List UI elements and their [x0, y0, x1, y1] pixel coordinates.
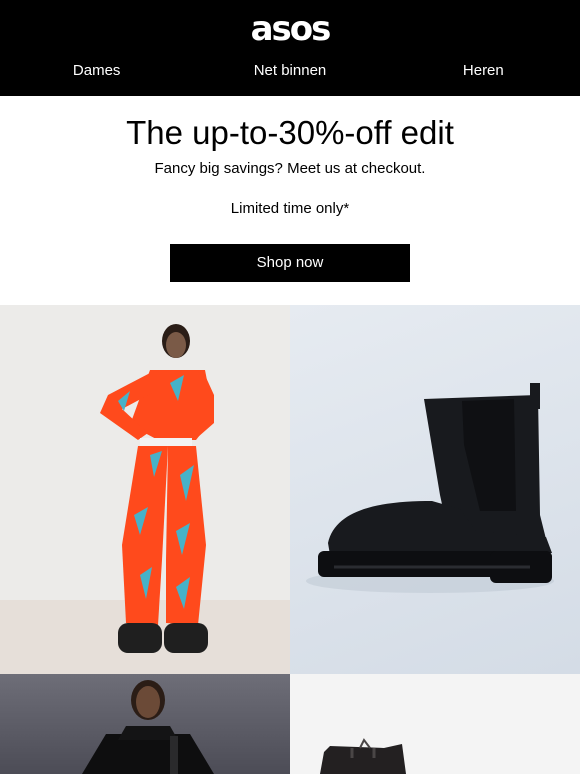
- leather-boot-illustration: [320, 738, 406, 774]
- hoodie-illustration: [82, 680, 214, 774]
- product-grid: [0, 305, 580, 774]
- product-image-chelsea-boot[interactable]: [290, 305, 580, 674]
- nav-heren[interactable]: Heren: [387, 60, 580, 82]
- nav-net-binnen[interactable]: Net binnen: [193, 60, 386, 82]
- chelsea-boot-illustration: [306, 383, 554, 593]
- promo-note: Limited time only*: [230, 200, 350, 217]
- top-nav: Dames Net binnen Heren: [0, 60, 580, 82]
- promo-hero: The up-to-30%-off edit Fancy big savings…: [0, 96, 580, 305]
- shop-now-button[interactable]: Shop now: [170, 244, 410, 282]
- ski-suit-illustration: [100, 324, 214, 653]
- promo-subtitle: Fancy big savings? Meet us at checkout.: [154, 160, 426, 177]
- product-image-leather-boot[interactable]: [290, 674, 580, 774]
- product-image-hoodie[interactable]: [0, 674, 290, 774]
- nav-dames[interactable]: Dames: [0, 60, 193, 82]
- asos-logo[interactable]: asos: [0, 9, 580, 49]
- email-header: asos Dames Net binnen Heren: [0, 0, 580, 96]
- product-image-ski-suit[interactable]: [0, 305, 290, 674]
- promo-title: The up-to-30%-off edit: [126, 114, 454, 151]
